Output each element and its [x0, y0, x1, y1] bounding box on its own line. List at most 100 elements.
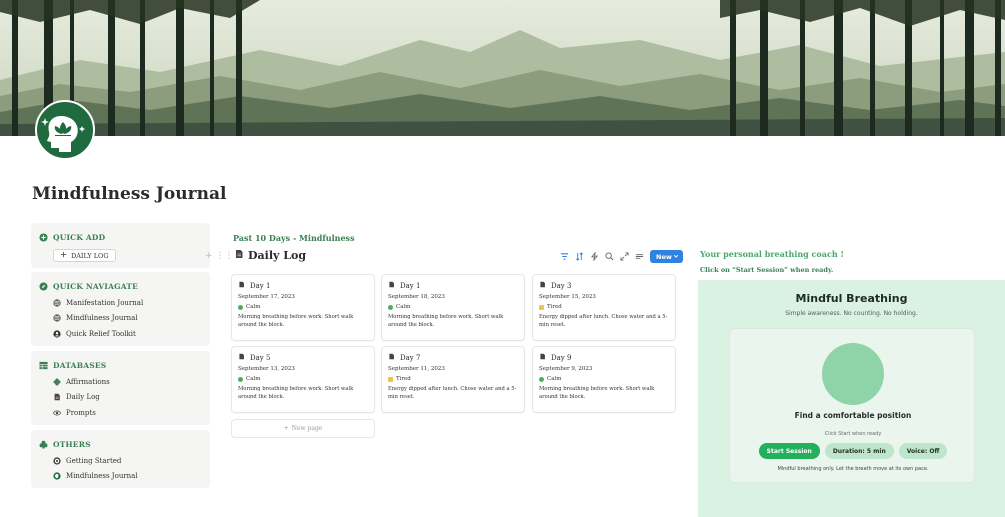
add-daily-log-label: DAILY LOG: [71, 251, 109, 260]
others-item-getting-started[interactable]: Getting Started: [39, 453, 202, 469]
target-icon: [53, 457, 61, 465]
nav-item-quick-relief-toolkit[interactable]: Quick Relief Toolkit: [39, 326, 202, 342]
globe-icon: [53, 299, 61, 307]
others-item-mindfulness-journal[interactable]: Mindfulness Journal: [39, 469, 202, 485]
clover-icon: [53, 378, 61, 386]
card-note: Morning breathing before work. Short wal…: [238, 314, 354, 328]
db-item-label: Affirmations: [66, 377, 110, 386]
card-title-text: Day 5: [250, 353, 271, 362]
card-note: Morning breathing before work. Short wal…: [238, 386, 354, 400]
expand-icon[interactable]: [620, 252, 629, 261]
quick-add-card: QUICK ADD DAILY LOG: [31, 223, 210, 268]
mood-label: Calm: [396, 304, 411, 310]
cover-image: [0, 0, 1005, 136]
document-icon: [234, 249, 244, 262]
add-daily-log-button[interactable]: DAILY LOG: [53, 249, 116, 262]
card-date: September 13, 2023: [238, 366, 295, 372]
nav-item-manifestation-journal[interactable]: Manifestation Journal: [39, 295, 202, 311]
nav-item-label: Mindfulness Journal: [66, 314, 138, 323]
card-title: Day 7: [388, 352, 518, 363]
new-page-button[interactable]: + New page: [231, 419, 375, 438]
document-icon: [238, 281, 245, 290]
document-icon: [388, 281, 395, 290]
mood-label: Tired: [547, 304, 562, 310]
databases-card: DATABASES Affirmations Daily Log Prompts: [31, 351, 210, 425]
mood-label: Calm: [246, 304, 261, 310]
eye-icon: [53, 409, 61, 417]
card-title: Day 5: [238, 352, 368, 363]
log-card[interactable]: Day 9 September 9, 2023 Calm Morning bre…: [532, 346, 676, 413]
coach-title: Your personal breathing coach !: [700, 249, 844, 259]
document-icon: [539, 281, 546, 290]
quick-add-heading: QUICK ADD: [39, 231, 202, 243]
card-title-text: Day 9: [551, 353, 572, 362]
start-session-button[interactable]: Start Session: [758, 443, 820, 459]
log-card[interactable]: Day 5 September 13, 2023 Calm Morning br…: [231, 346, 375, 413]
voice-button[interactable]: Voice: Off: [898, 443, 948, 459]
db-item-label: Prompts: [66, 408, 96, 417]
quick-navigate-card: QUICK NAVIAGATE Manifestation Journal Mi…: [31, 272, 210, 346]
widget-title: Mindful Breathing: [795, 292, 908, 305]
calm-icon: [238, 304, 243, 310]
db-item-daily-log[interactable]: Daily Log: [39, 390, 202, 406]
log-card[interactable]: Day 7 September 11, 2023 Tired Energy di…: [381, 346, 525, 413]
tired-icon: [539, 304, 544, 310]
coach-subtitle: Click on “Start Session” when ready.: [700, 266, 834, 274]
filter-icon[interactable]: [560, 252, 569, 261]
person-icon: [53, 330, 61, 338]
databases-heading: DATABASES: [39, 359, 202, 371]
duration-button[interactable]: Duration: 5 min: [824, 443, 894, 459]
card-note: Energy dipped after lunch. Chose water a…: [388, 386, 517, 400]
calm-icon: [539, 376, 544, 382]
card-date: September 17, 2023: [238, 294, 295, 300]
new-button[interactable]: New: [650, 250, 683, 263]
calm-icon: [238, 376, 243, 382]
db-item-prompts[interactable]: Prompts: [39, 405, 202, 421]
others-heading: OTHERS: [39, 438, 202, 450]
mood-tag: Calm: [388, 304, 518, 310]
nav-item-label: Manifestation Journal: [66, 298, 144, 307]
mood-tag: Tired: [539, 304, 669, 310]
chevron-down-icon[interactable]: [673, 253, 679, 261]
card-title: Day 1: [388, 280, 518, 291]
settings-icon[interactable]: [635, 252, 644, 261]
log-card[interactable]: Day 3 September 15, 2023 Tired Energy di…: [532, 274, 676, 341]
card-title-text: Day 1: [400, 281, 421, 290]
daily-log-database-title[interactable]: Daily Log: [234, 249, 306, 262]
db-item-label: Daily Log: [66, 393, 100, 402]
others-label: OTHERS: [53, 439, 91, 449]
mood-label: Calm: [246, 376, 261, 382]
position-text: Find a comfortable position: [794, 411, 912, 420]
log-card[interactable]: Day 1 September 18, 2023 Calm Morning br…: [381, 274, 525, 341]
plus-icon: [60, 251, 67, 260]
hint-text: Click Start when ready: [824, 431, 882, 437]
nav-item-label: Quick Relief Toolkit: [66, 329, 136, 338]
search-icon[interactable]: [605, 252, 614, 261]
widget-subtitle: Simple awareness. No counting. No holdin…: [785, 310, 918, 317]
drag-handle-icon[interactable]: + ⋮⋮: [205, 251, 233, 261]
others-item-label: Getting Started: [66, 456, 122, 465]
quick-navigate-heading: QUICK NAVIAGATE: [39, 280, 202, 292]
plus-chat-icon: [39, 232, 48, 242]
databases-label: DATABASES: [53, 360, 107, 370]
card-date: September 11, 2023: [388, 366, 445, 372]
mood-tag: Calm: [539, 376, 669, 382]
automation-icon[interactable]: [590, 252, 599, 261]
document-icon: [238, 353, 245, 362]
nav-item-mindfulness-journal[interactable]: Mindfulness Journal: [39, 311, 202, 327]
log-card[interactable]: Day 1 September 17, 2023 Calm Morning br…: [231, 274, 375, 341]
mood-tag: Tired: [388, 376, 518, 382]
tired-icon: [388, 376, 393, 382]
compass-icon: [39, 281, 48, 291]
breathing-widget: Mindful Breathing Simple awareness. No c…: [698, 280, 1005, 517]
calm-icon: [388, 304, 393, 310]
database-toolbar: New: [560, 250, 683, 263]
card-date: September 15, 2023: [539, 294, 596, 300]
sort-icon[interactable]: [575, 252, 584, 261]
card-note: Morning breathing before work. Short wal…: [539, 386, 655, 400]
widget-inner-card: Find a comfortable position Click Start …: [729, 328, 975, 483]
db-item-affirmations[interactable]: Affirmations: [39, 374, 202, 390]
card-title: Day 1: [238, 280, 368, 291]
others-item-label: Mindfulness Journal: [66, 472, 138, 481]
past-days-label: Past 10 Days - Mindfulness: [233, 233, 355, 243]
